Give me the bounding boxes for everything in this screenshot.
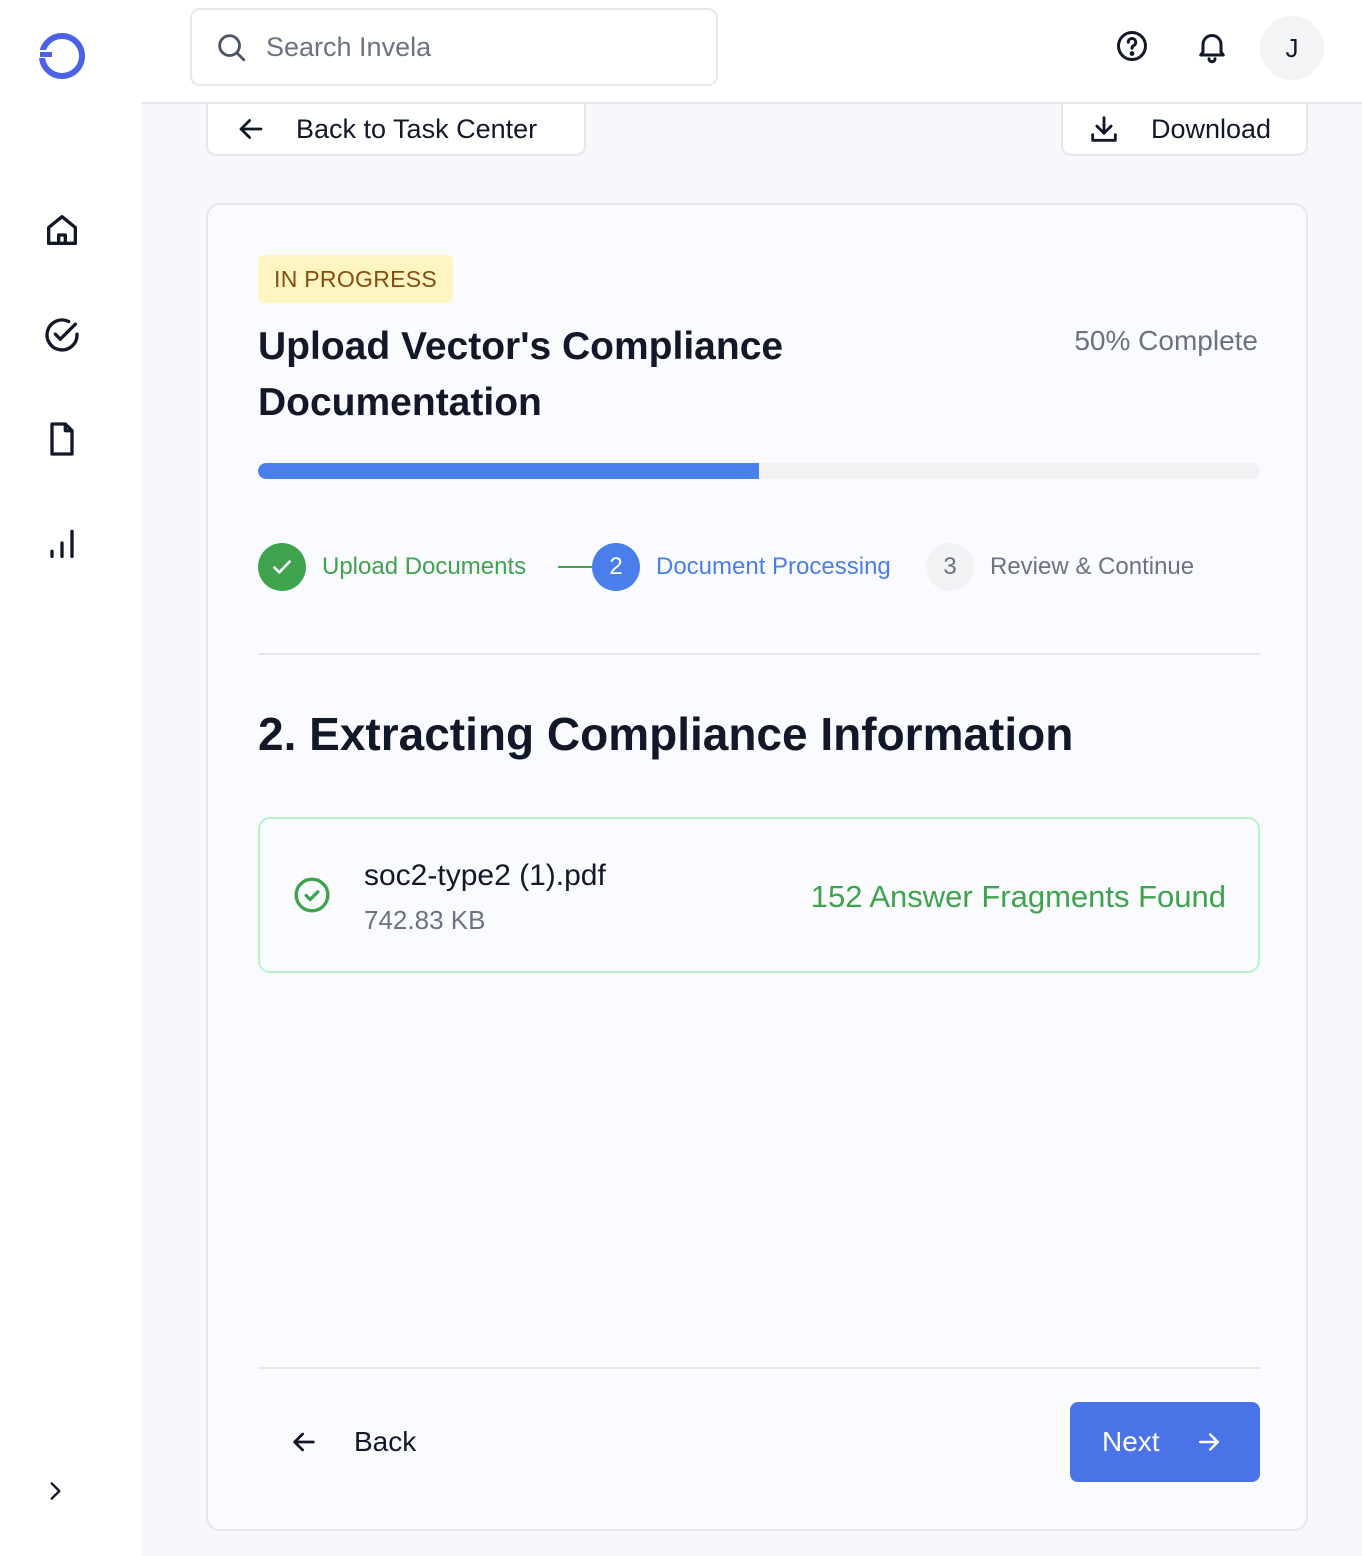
answer-fragments-result: 152 Answer Fragments Found (810, 879, 1226, 914)
arrow-right-icon (1198, 1433, 1219, 1451)
help-circle-icon (1117, 31, 1147, 61)
arrow-left-icon (293, 1432, 315, 1452)
task-title: Upload Vector's Compliance Documentation (258, 325, 784, 424)
back-label: Back (354, 1426, 417, 1457)
back-button[interactable]: Back (288, 1415, 416, 1469)
progress-label: 50% Complete (1074, 325, 1258, 356)
search-box[interactable] (190, 8, 718, 86)
step-1-complete (258, 543, 306, 591)
download-button[interactable]: Download (1061, 104, 1308, 156)
stepper: Upload Documents 2 Document Processing 3… (258, 543, 1260, 591)
chevron-right-icon (50, 1482, 61, 1500)
download-label: Download (1151, 113, 1272, 144)
step-2-label: Document Processing (656, 553, 891, 580)
user-avatar[interactable]: J (1260, 16, 1324, 80)
back-to-task-center-button[interactable]: Back to Task Center (206, 104, 586, 156)
back-to-task-center-label: Back to Task Center (296, 113, 538, 144)
app-logo[interactable] (36, 30, 88, 82)
task-check-icon (45, 318, 79, 352)
home-icon (47, 215, 78, 245)
section-title: 2. Extracting Compliance Information (258, 708, 1074, 760)
sidebar-item-home[interactable] (40, 208, 84, 252)
progress-bar (258, 463, 1260, 479)
file-result-card: soc2-type2 (1).pdf 742.83 KB 152 Answer … (258, 817, 1260, 973)
notifications-button[interactable] (1190, 24, 1234, 68)
sidebar-item-tasks[interactable] (40, 313, 84, 357)
file-icon (50, 422, 74, 456)
status-badge: IN PROGRESS (258, 255, 454, 303)
next-label: Next (1102, 1426, 1160, 1457)
bar-chart-icon (50, 529, 74, 558)
help-button[interactable] (1110, 24, 1154, 68)
task-card: IN PROGRESS Upload Vector's Compliance D… (206, 203, 1308, 1531)
logo-ring-icon (36, 33, 85, 79)
file-size: 742.83 KB (364, 905, 486, 935)
next-button[interactable]: Next (1070, 1402, 1260, 1482)
divider (258, 653, 1260, 655)
footer-divider (258, 1367, 1260, 1369)
progress-fill (258, 463, 759, 479)
search-icon (218, 34, 246, 62)
sidebar (0, 0, 142, 1556)
step-3-label: Review & Continue (990, 553, 1195, 580)
top-bar: J (142, 0, 1362, 104)
download-icon (1091, 116, 1117, 142)
step-2-number: 2 (592, 543, 640, 591)
check-circle-icon (294, 877, 330, 913)
step-connector (558, 566, 592, 568)
arrow-left-icon (239, 119, 263, 139)
step-3-number: 3 (926, 543, 974, 591)
sidebar-item-files[interactable] (40, 417, 84, 461)
bell-icon (1199, 34, 1225, 64)
check-icon (273, 560, 291, 574)
sidebar-expand-button[interactable] (40, 1474, 70, 1508)
search-input[interactable] (266, 31, 686, 63)
step-1-label: Upload Documents (322, 553, 527, 580)
file-name: soc2-type2 (1).pdf (364, 859, 606, 892)
avatar-initial: J (1285, 32, 1299, 63)
sidebar-item-insights[interactable] (40, 521, 84, 565)
